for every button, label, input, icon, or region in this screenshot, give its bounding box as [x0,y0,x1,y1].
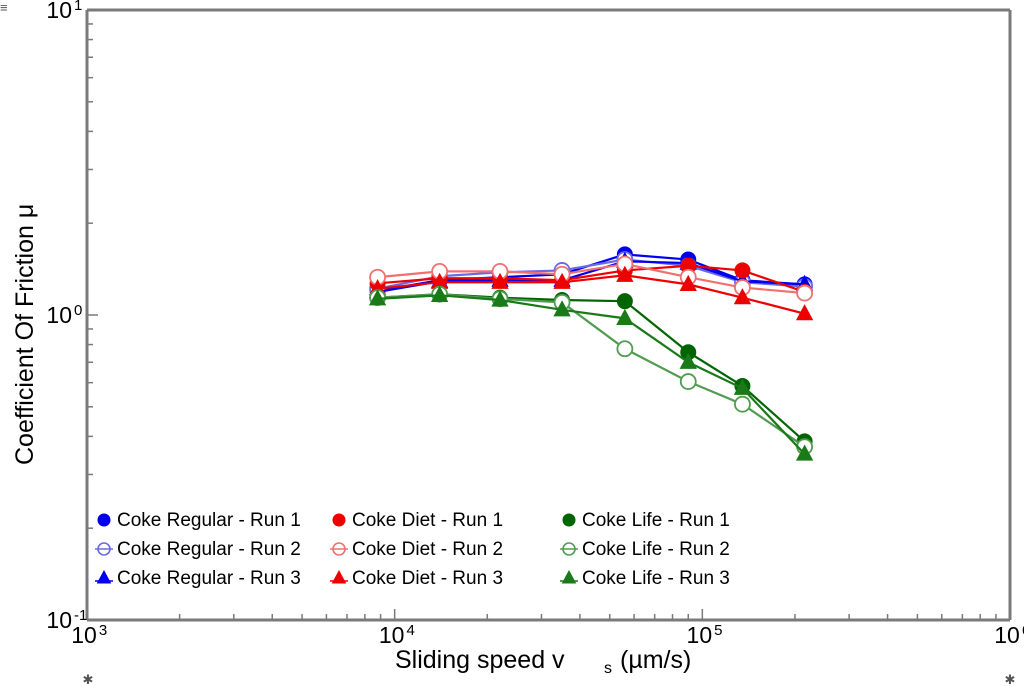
svg-text:3: 3 [99,622,107,639]
svg-text:10: 10 [687,622,713,648]
svg-text:10: 10 [46,302,72,328]
legend-marker-icon [97,513,111,527]
legend-label: Coke Life - Run 2 [582,539,730,560]
data-point-marker [679,373,697,390]
y-axis-title-text: Coefficient Of Friction μ [11,204,39,465]
legend-entry[interactable]: Coke Diet - Run 2 [330,539,503,560]
legend-entry[interactable]: Coke Diet - Run 3 [330,568,503,589]
legend-entry[interactable]: Coke Life - Run 1 [562,510,730,531]
data-point-marker [734,262,751,279]
y-axis-title: Coefficient Of Friction μ [11,204,39,465]
legend-entry[interactable]: Coke Regular - Run 1 [97,510,301,531]
legend-entry[interactable]: Coke Regular - Run 2 [95,539,301,560]
legend-label: Coke Life - Run 3 [582,568,730,589]
x-tick-label: 106 [994,622,1024,648]
x-axis-title-subscript: s [604,660,612,677]
chart-figure: 103104105106 10110010-1 Sliding speed v … [0,0,1024,686]
data-point-marker [796,284,814,302]
legend-entry[interactable]: Coke Life - Run 2 [560,539,730,560]
legend-label: Coke Diet - Run 3 [352,568,503,589]
x-axis-title-unit: (µm/s) [620,646,691,674]
legend-label: Coke Regular - Run 1 [117,510,301,531]
friction-vs-speed-chart: 103104105106 10110010-1 Sliding speed v … [0,0,1024,686]
legend-label: Coke Life - Run 1 [582,510,730,531]
legend-label: Coke Diet - Run 1 [352,510,503,531]
svg-text:10: 10 [379,622,405,648]
svg-text:10: 10 [71,622,97,648]
svg-text:10: 10 [994,622,1020,648]
svg-text:0: 0 [74,302,82,319]
svg-text:5: 5 [714,622,722,639]
legend-entry[interactable]: Coke Life - Run 3 [560,568,730,589]
svg-text:10: 10 [46,0,72,23]
svg-text:1: 1 [74,0,82,14]
legend-marker-icon [332,513,346,527]
svg-text:-1: -1 [74,607,87,624]
legend-label: Coke Regular - Run 2 [117,539,301,560]
svg-text:10: 10 [46,607,72,633]
x-axis-title-main: Sliding speed v [395,646,565,674]
data-point-marker [616,293,633,310]
svg-text:4: 4 [406,622,414,639]
legend-marker-icon [562,513,576,527]
legend-entry[interactable]: Coke Diet - Run 1 [332,510,503,531]
bottom-right-mark: ✱ [1005,672,1016,686]
legend-label: Coke Regular - Run 3 [117,568,301,589]
data-point-marker [734,395,751,413]
legend-label: Coke Diet - Run 2 [352,539,503,560]
chart-legend: Coke Regular - Run 1 Coke Diet - Run 1 Cok… [95,510,730,589]
top-left-mark: ≡ [0,0,8,15]
bottom-left-mark: ✱ [83,672,94,686]
legend-entry[interactable]: Coke Regular - Run 3 [95,568,301,589]
x-axis-title: Sliding speed v s (µm/s) [395,646,691,677]
data-point-marker [616,340,634,358]
